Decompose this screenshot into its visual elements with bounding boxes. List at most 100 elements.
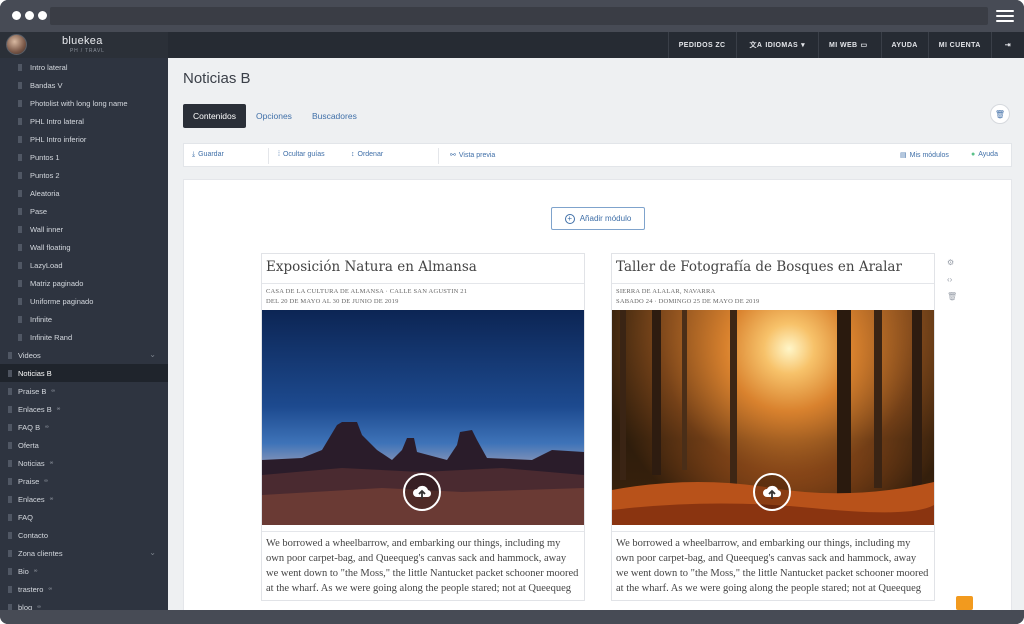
sort-button[interactable]: ↕ Ordenar <box>351 151 383 158</box>
sidebar-item[interactable]: Infinite <box>0 310 168 328</box>
upload-image-button[interactable] <box>403 473 441 511</box>
save-button[interactable]: ⤓ Guardar <box>192 151 224 159</box>
window-dot-maximize[interactable] <box>38 11 47 20</box>
sidebar-item[interactable]: Bio ∞ <box>0 562 168 580</box>
sidebar-item[interactable]: Intro lateral <box>0 58 168 76</box>
tab-contenidos[interactable]: Contenidos <box>183 104 247 128</box>
sidebar-item[interactable]: Enlaces B ∞ <box>0 400 168 418</box>
gear-icon[interactable]: ⚙ <box>947 258 957 267</box>
drag-handle-icon[interactable] <box>18 244 22 251</box>
card-date: SABADO 24 · DOMINGO 25 DE MAYO DE 2019 <box>616 298 760 305</box>
tab-opciones[interactable]: Opciones <box>246 104 302 128</box>
autumn-forest-photo[interactable] <box>612 310 934 525</box>
sidebar-item[interactable]: FAQ B ∞ <box>0 418 168 436</box>
drag-handle-icon[interactable] <box>8 442 12 449</box>
drag-handle-icon[interactable] <box>8 550 12 557</box>
drag-handle-icon[interactable] <box>18 100 22 107</box>
drag-handle-icon[interactable] <box>18 298 22 305</box>
nav-pedidos[interactable]: PEDIDOS ZC <box>667 32 736 58</box>
chevron-down-icon[interactable]: ⌄ <box>149 350 156 359</box>
drag-handle-icon[interactable] <box>8 424 12 431</box>
drag-handle-icon[interactable] <box>18 154 22 161</box>
brand-name: bluekea <box>62 35 103 47</box>
sidebar-item[interactable]: Enlaces ∞ <box>0 490 168 508</box>
drag-handle-icon[interactable] <box>18 64 22 71</box>
drag-handle-icon[interactable] <box>18 136 22 143</box>
sidebar-item[interactable]: Oferta <box>0 436 168 454</box>
tab-buscadores[interactable]: Buscadores <box>302 104 367 128</box>
sidebar-item[interactable]: Infinite Rand <box>0 328 168 346</box>
sidebar-item[interactable]: Uniforme paginado <box>0 292 168 310</box>
upload-image-button[interactable] <box>753 473 791 511</box>
preview-button[interactable]: ⚯ Vista previa <box>450 151 495 159</box>
drag-handle-icon[interactable] <box>8 352 12 359</box>
trash-icon[interactable]: 🗑 <box>947 292 957 301</box>
drag-handle-icon[interactable] <box>8 514 12 521</box>
drag-handle-icon[interactable] <box>18 190 22 197</box>
sidebar-item[interactable]: Praise ∞ <box>0 472 168 490</box>
sidebar-item[interactable]: FAQ <box>0 508 168 526</box>
code-icon[interactable]: ‹› <box>947 275 957 284</box>
sidebar-item[interactable]: blog ∞ <box>0 598 168 610</box>
drag-handle-icon[interactable] <box>18 262 22 269</box>
sidebar-item[interactable]: Pase <box>0 202 168 220</box>
sidebar-item[interactable]: Wall inner <box>0 220 168 238</box>
sidebar-item[interactable]: Bandas V <box>0 76 168 94</box>
drag-handle-icon[interactable] <box>18 82 22 89</box>
avatar[interactable] <box>6 34 27 55</box>
menu-icon[interactable] <box>996 10 1014 22</box>
delete-page-button[interactable]: 🗑 <box>990 104 1010 124</box>
drag-handle-icon[interactable] <box>18 172 22 179</box>
sidebar-item[interactable]: Photolist with long long name <box>0 94 168 112</box>
help-button[interactable]: ● Ayuda <box>971 151 998 158</box>
sidebar-item[interactable]: PHL Intro lateral <box>0 112 168 130</box>
address-bar[interactable] <box>50 7 988 25</box>
desert-night-photo[interactable] <box>262 310 584 525</box>
drag-handle-icon[interactable] <box>18 316 22 323</box>
sidebar-item[interactable]: Contacto <box>0 526 168 544</box>
sidebar-item[interactable]: PHL Intro inferior <box>0 130 168 148</box>
floating-action-button[interactable] <box>956 596 973 610</box>
sidebar-item-label: Videos <box>18 350 41 360</box>
drag-handle-icon[interactable] <box>8 478 12 485</box>
sidebar-item[interactable]: Praise B ∞ <box>0 382 168 400</box>
sidebar-item-label: Noticias <box>18 458 45 468</box>
news-card[interactable]: Taller de Fotografía de Bosques en Arala… <box>611 253 935 601</box>
drag-handle-icon[interactable] <box>18 334 22 341</box>
drag-handle-icon[interactable] <box>8 370 12 377</box>
nav-mi-web[interactable]: MI WEB ▭ <box>818 32 880 58</box>
drag-handle-icon[interactable] <box>8 460 12 467</box>
drag-handle-icon[interactable] <box>8 532 12 539</box>
sidebar-item[interactable]: Matriz paginado <box>0 274 168 292</box>
nav-mi-cuenta[interactable]: MI CUENTA <box>927 32 991 58</box>
news-card[interactable]: Exposición Natura en Almansa CASA DE LA … <box>261 253 585 601</box>
sidebar-item[interactable]: LazyLoad <box>0 256 168 274</box>
chevron-down-icon[interactable]: ⌄ <box>149 548 156 557</box>
logout-button[interactable]: ⇥ <box>990 32 1024 58</box>
hide-guides-button[interactable]: ⁞ Ocultar guías <box>278 151 325 158</box>
drag-handle-icon[interactable] <box>18 280 22 287</box>
sidebar-item[interactable]: Wall floating <box>0 238 168 256</box>
sidebar-item[interactable]: Videos ⌄ <box>0 346 168 364</box>
sidebar-item[interactable]: trastero ∞ <box>0 580 168 598</box>
drag-handle-icon[interactable] <box>8 406 12 413</box>
drag-handle-icon[interactable] <box>8 586 12 593</box>
sidebar-item[interactable]: Zona clientes ⌄ <box>0 544 168 562</box>
drag-handle-icon[interactable] <box>18 226 22 233</box>
window-dot-close[interactable] <box>12 11 21 20</box>
sidebar-item[interactable]: Noticias ∞ <box>0 454 168 472</box>
drag-handle-icon[interactable] <box>8 496 12 503</box>
nav-ayuda[interactable]: AYUDA <box>880 32 928 58</box>
drag-handle-icon[interactable] <box>18 208 22 215</box>
sidebar-item[interactable]: Aleatoria <box>0 184 168 202</box>
add-module-button[interactable]: + Añadir módulo <box>551 207 645 230</box>
sidebar-item[interactable]: Puntos 2 <box>0 166 168 184</box>
sidebar-item[interactable]: Puntos 1 <box>0 148 168 166</box>
sidebar-item[interactable]: Noticias B <box>0 364 168 382</box>
drag-handle-icon[interactable] <box>8 568 12 575</box>
nav-idiomas[interactable]: 文A IDIOMAS ▾ <box>735 32 819 58</box>
window-dot-minimize[interactable] <box>25 11 34 20</box>
drag-handle-icon[interactable] <box>8 388 12 395</box>
my-modules-button[interactable]: ▤ Mis módulos <box>900 151 949 159</box>
drag-handle-icon[interactable] <box>18 118 22 125</box>
